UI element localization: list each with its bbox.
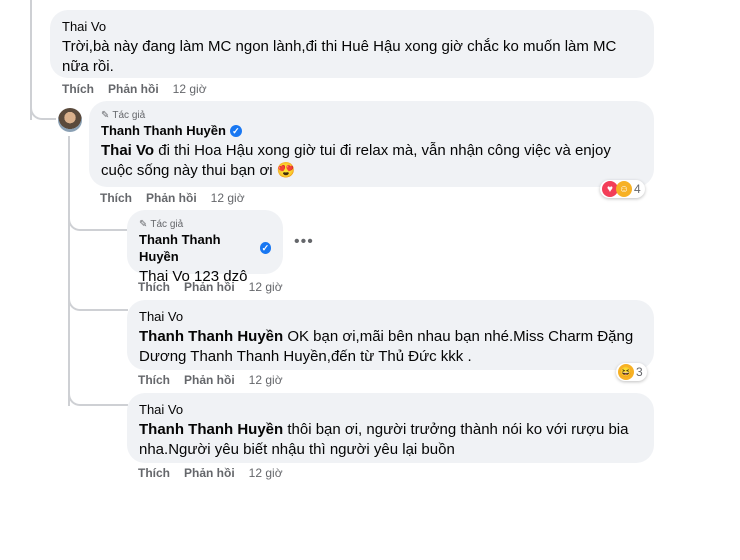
comment-actions: Thích Phản hồi 12 giờ	[138, 280, 283, 294]
author-badge: ✎ Tác giả	[101, 109, 642, 122]
reaction-summary[interactable]: 😆 3	[616, 363, 647, 381]
timestamp[interactable]: 12 giờ	[211, 191, 245, 205]
care-icon: ☺	[616, 181, 632, 197]
comment-author[interactable]: Thanh Thanh Huyền ✓	[139, 231, 271, 265]
author-name[interactable]: Thanh Thanh Huyền	[139, 231, 256, 265]
comment-author[interactable]: Thai Vo	[139, 308, 642, 325]
like-button[interactable]: Thích	[100, 191, 132, 205]
reaction-count: 4	[634, 182, 641, 196]
timestamp[interactable]: 12 giờ	[249, 373, 283, 387]
reply-button[interactable]: Phản hồi	[184, 280, 235, 294]
haha-icon: 😆	[618, 364, 634, 380]
reply-button[interactable]: Phản hồi	[184, 373, 235, 387]
comment-author[interactable]: Thanh Thanh Huyền ✓	[101, 122, 642, 139]
timestamp[interactable]: 12 giờ	[249, 280, 283, 294]
comment-body: đi thi Hoa Hậu xong giờ tui đi relax mà,…	[101, 142, 611, 179]
reaction-count: 3	[636, 365, 643, 379]
reply-button[interactable]: Phản hồi	[108, 82, 159, 96]
thread-line	[68, 215, 128, 231]
thread-line	[68, 136, 70, 406]
comment-bubble: Thai Vo Thanh Thanh Huyền thôi bạn ơi, n…	[127, 393, 654, 463]
like-button[interactable]: Thích	[138, 466, 170, 480]
verified-icon: ✓	[259, 242, 271, 254]
verified-icon: ✓	[229, 124, 242, 137]
comment-text: Trời,bà này đang làm MC ngon lành,đi thi…	[62, 38, 617, 75]
reply-button[interactable]: Phản hồi	[146, 191, 197, 205]
badge-label: Tác giả	[150, 219, 184, 230]
timestamp[interactable]: 12 giờ	[173, 82, 207, 96]
mention-link[interactable]: Thanh Thanh Huyền	[139, 328, 283, 345]
comment-actions: Thích Phản hồi 12 giờ	[138, 466, 283, 480]
comment-text: Thanh Thanh Huyền OK bạn ơi,mãi bên nhau…	[139, 327, 642, 367]
comment-bubble: Thai Vo Trời,bà này đang làm MC ngon làn…	[50, 10, 654, 78]
pencil-icon: ✎	[101, 110, 110, 121]
comment-text: Thai Vo đi thi Hoa Hậu xong giờ tui đi r…	[101, 141, 642, 181]
comment-author[interactable]: Thai Vo	[139, 401, 642, 418]
comment-actions: Thích Phản hồi 12 giờ	[138, 373, 283, 387]
comment-author[interactable]: Thai Vo	[62, 18, 642, 35]
author-badge: ✎ Tác giả	[139, 218, 271, 231]
author-name[interactable]: Thanh Thanh Huyền	[101, 122, 226, 139]
thread-line	[30, 100, 56, 120]
avatar[interactable]	[58, 108, 82, 132]
like-button[interactable]: Thích	[138, 280, 170, 294]
thread-line	[68, 295, 128, 311]
mention-link[interactable]: Thai Vo	[101, 142, 154, 159]
comment-actions: Thích Phản hồi 12 giờ	[62, 82, 207, 96]
reaction-summary[interactable]: ♥ ☺ 4	[600, 180, 645, 198]
mention-link[interactable]: Thanh Thanh Huyền	[139, 421, 283, 438]
comment-actions: Thích Phản hồi 12 giờ	[100, 191, 245, 205]
more-options-icon[interactable]: •••	[294, 233, 314, 251]
comment-text: Thanh Thanh Huyền thôi bạn ơi, người trư…	[139, 420, 642, 460]
thread-line	[68, 390, 128, 406]
like-button[interactable]: Thích	[62, 82, 94, 96]
comment-bubble: ✎ Tác giả Thanh Thanh Huyền ✓ Thai Vo 12…	[127, 210, 283, 285]
like-button[interactable]: Thích	[138, 373, 170, 387]
reply-button[interactable]: Phản hồi	[184, 466, 235, 480]
comment-bubble: ✎ Tác giả Thanh Thanh Huyền ✓ Thai Vo đi…	[89, 101, 654, 187]
comment-bubble: Thai Vo Thanh Thanh Huyền OK bạn ơi,mãi …	[127, 300, 654, 370]
badge-label: Tác giả	[112, 110, 146, 121]
timestamp[interactable]: 12 giờ	[249, 466, 283, 480]
pencil-icon: ✎	[139, 219, 148, 230]
